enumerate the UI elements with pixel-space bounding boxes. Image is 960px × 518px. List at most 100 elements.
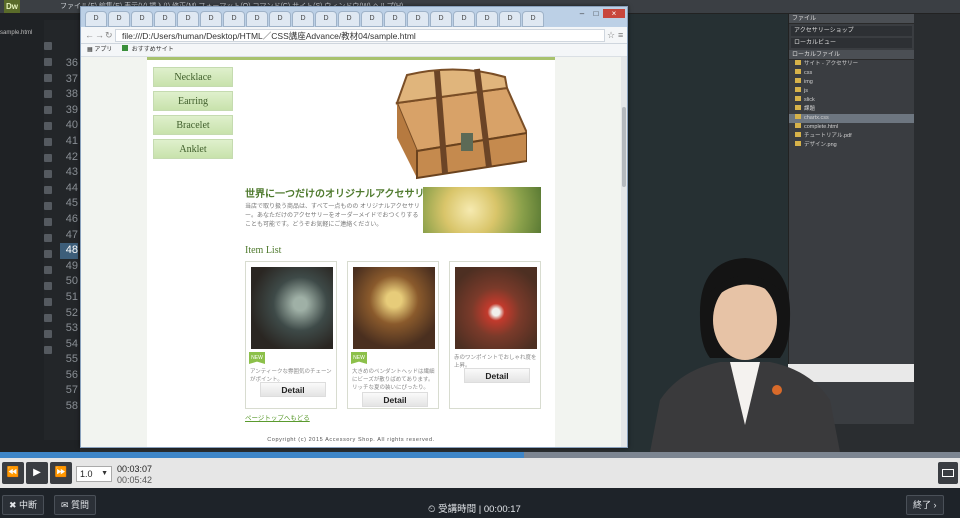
line-number: 58 [65, 400, 78, 413]
browser-tab[interactable]: D [200, 11, 222, 27]
file-row[interactable]: chartx.css [789, 114, 914, 123]
url-field[interactable]: file:///D:/Users/human/Desktop/HTML／CSS講… [115, 29, 605, 42]
line-number: 42 [65, 150, 78, 163]
browser-tab[interactable]: D [522, 11, 544, 27]
star-icon[interactable]: ☆ [607, 30, 615, 41]
nav-earring[interactable]: Earring [153, 91, 233, 111]
browser-tab[interactable]: D [177, 11, 199, 27]
speed-select[interactable]: 1.0 ▼ [76, 466, 112, 482]
line-number: 47 [65, 228, 78, 241]
toolbar-icon [44, 154, 52, 162]
file-row[interactable]: チュートリアル.pdf [789, 132, 914, 141]
chevron-right-icon: › [933, 500, 937, 510]
browser-tab[interactable]: D [223, 11, 245, 27]
line-number: 48 [60, 243, 78, 259]
clock-icon: ⏲ [428, 504, 439, 515]
dreamweaver-logo: Dw [4, 0, 20, 13]
bookmark-apps[interactable]: アプリ [94, 47, 112, 53]
toolbar-icon [44, 298, 52, 306]
browser-tab[interactable]: D [315, 11, 337, 27]
item-card: 赤のワンポイントでおしゃれ度を上昇。 Detail [449, 261, 541, 409]
toolbar-icon [44, 346, 52, 354]
instructor-video [650, 258, 840, 452]
suspend-button[interactable]: ✖ 中断 [2, 495, 45, 515]
file-row[interactable]: css [789, 69, 914, 78]
nav-bracelet[interactable]: Bracelet [153, 115, 233, 135]
scroll-thumb[interactable] [622, 107, 626, 187]
line-number: 51 [65, 290, 78, 303]
folder-icon [795, 105, 801, 110]
browser-tab[interactable]: D [131, 11, 153, 27]
toolbar-icon [44, 74, 52, 82]
line-numbers: 36 37 38 39 40 41 42 43 44 45 46 47 48 49 50 51 52 53 54 55… [60, 56, 78, 415]
folder-icon [795, 78, 801, 83]
file-row[interactable]: img [789, 78, 914, 87]
toolbar-icon [44, 330, 52, 338]
toolbar-icon [44, 282, 52, 290]
file-row[interactable]: サイト - アクセサリー [789, 60, 914, 69]
back-arrow-icon[interactable]: ← [85, 30, 94, 40]
pagetop-link[interactable]: ページトップへもどる [245, 412, 310, 422]
line-number: 39 [65, 103, 78, 116]
minimize-button[interactable]: – [575, 9, 589, 18]
forward-arrow-icon[interactable]: → [95, 30, 104, 40]
toolbar-icon [44, 58, 52, 66]
maximize-button[interactable]: □ [589, 9, 603, 18]
browser-tab[interactable]: D [85, 11, 107, 27]
browser-tab[interactable]: D [338, 11, 360, 27]
file-tab: sample.html [0, 30, 33, 36]
elapsed-label: 受講時間 [438, 504, 477, 515]
catch-text: 当店で取り扱う商品は、すべて一点ものの オリジナルアクセサリー。あなただけのアク… [245, 204, 420, 228]
file-row[interactable]: complete.html [789, 123, 914, 132]
file-row[interactable]: 課題 [789, 105, 914, 114]
rewind-button[interactable]: ⏪ [2, 462, 24, 484]
file-row[interactable]: デザイン.png [789, 141, 914, 150]
browser-tab[interactable]: D [384, 11, 406, 27]
files-panel-header[interactable]: ファイル [789, 14, 914, 24]
line-number: 38 [65, 88, 78, 101]
apps-icon[interactable]: ▦ [87, 47, 93, 53]
item-desc: 大きめのペンダントヘッドは繊細にビーズが散りばめてあります。リッチな夏の装いにぴ… [352, 369, 435, 391]
coding-toolbar [44, 42, 54, 362]
browser-tab[interactable]: D [246, 11, 268, 27]
browser-tab[interactable]: D [476, 11, 498, 27]
vertical-scrollbar[interactable] [621, 57, 627, 447]
fullscreen-button[interactable] [938, 462, 958, 484]
end-button[interactable]: 終了 › [906, 495, 944, 515]
fullscreen-icon [942, 469, 954, 477]
browser-tab[interactable]: D [269, 11, 291, 27]
detail-button[interactable]: Detail [464, 368, 530, 383]
browser-tab[interactable]: D [499, 11, 521, 27]
view-dropdown[interactable]: ローカルビュー [791, 38, 912, 48]
browser-tab[interactable]: D [407, 11, 429, 27]
nav-necklace[interactable]: Necklace [153, 67, 233, 87]
play-button[interactable]: ▶ [26, 462, 48, 484]
browser-tab[interactable]: D [292, 11, 314, 27]
browser-tab[interactable]: D [108, 11, 130, 27]
mail-icon: ✉ [61, 500, 72, 510]
file-row[interactable]: js [789, 87, 914, 96]
bookmark-suggested[interactable]: おすすめサイト [132, 47, 174, 53]
browser-tab[interactable]: D [361, 11, 383, 27]
menu-icon[interactable]: ≡ [618, 30, 623, 40]
line-number: 49 [65, 259, 78, 272]
browser-tab[interactable]: D [154, 11, 176, 27]
browser-tab[interactable]: D [430, 11, 452, 27]
file-icon [795, 141, 801, 146]
new-badge: NEW [351, 352, 367, 364]
file-row[interactable]: slick [789, 96, 914, 105]
nav-anklet[interactable]: Anklet [153, 139, 233, 159]
detail-button[interactable]: Detail [260, 382, 326, 397]
item-photo [455, 267, 537, 349]
question-button[interactable]: ✉ 質問 [54, 495, 97, 515]
close-button[interactable]: × [603, 9, 625, 18]
line-number: 54 [65, 337, 78, 350]
detail-button[interactable]: Detail [362, 392, 428, 407]
window-controls: – □ × [575, 9, 625, 21]
reload-icon[interactable]: ↻ [105, 30, 113, 41]
site-dropdown[interactable]: アクセサリーショップ [791, 26, 912, 36]
browser-tab[interactable]: D [453, 11, 475, 27]
suspend-label: 中断 [19, 500, 38, 510]
web-page: Necklace Earring Bracelet Anklet 世界に一つだけ… [147, 57, 555, 447]
fast-forward-button[interactable]: ⏩ [50, 462, 72, 484]
